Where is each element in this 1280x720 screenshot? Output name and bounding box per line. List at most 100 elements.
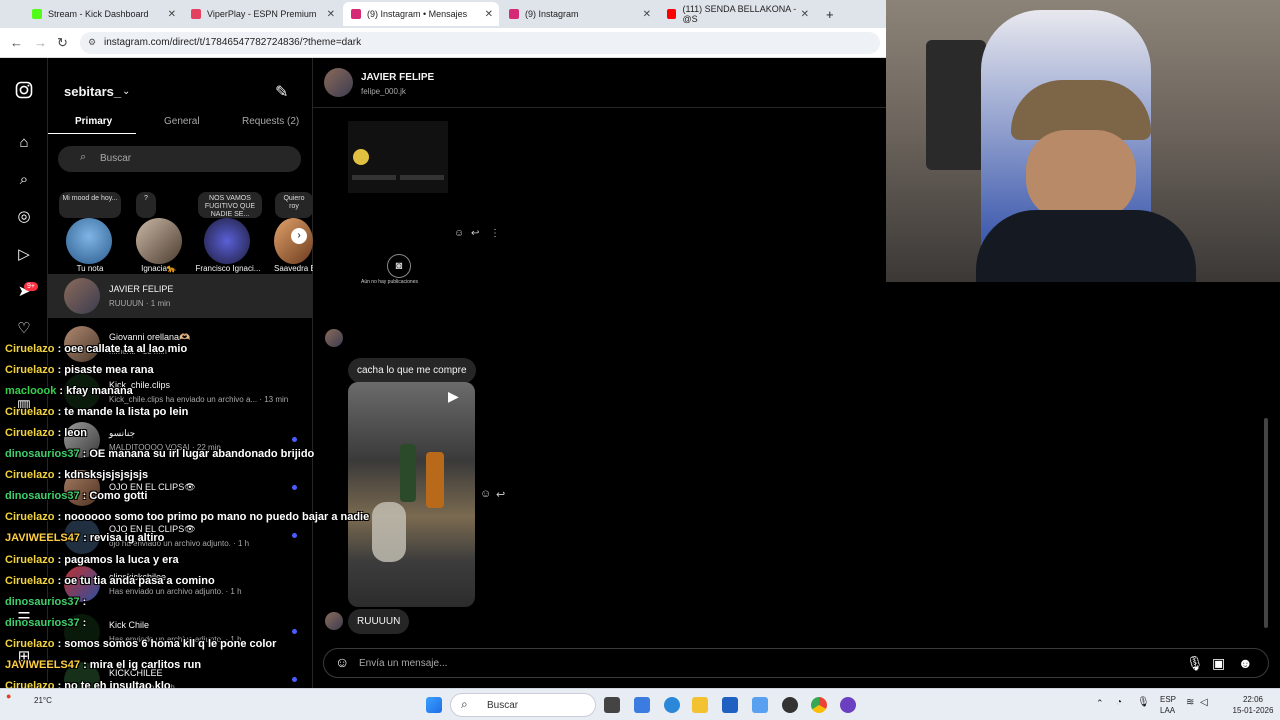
chevron-up-icon[interactable]: ⌃ <box>1096 698 1104 709</box>
note-bubble[interactable]: Mi mood de hoy... <box>59 192 121 218</box>
store-icon[interactable] <box>722 697 738 713</box>
keyboard-layout: LAA <box>1160 706 1176 715</box>
play-icon[interactable]: ▶ <box>448 388 459 405</box>
stream-chat-line: Ciruelazo : somos somos 6 homa kll q le … <box>5 638 276 650</box>
tab-kick-dashboard[interactable]: Stream - Kick Dashboard ✕ <box>24 2 182 26</box>
viperplay-icon <box>191 9 201 19</box>
tab-viperplay[interactable]: ViperPlay - ESPN Premium ✕ <box>183 2 341 26</box>
network-icon[interactable]: ◔ <box>1116 697 1122 708</box>
reply-icon[interactable]: ↩ <box>496 488 505 501</box>
language-indicator[interactable]: ESP <box>1160 695 1176 704</box>
emoji-react-icon[interactable]: ☺ <box>454 228 464 239</box>
image-icon[interactable]: ▣ <box>1212 655 1225 672</box>
close-icon[interactable]: ✕ <box>327 9 335 20</box>
chat-username: dinosaurios37 <box>5 596 80 608</box>
home-icon[interactable]: ⌂ <box>15 134 33 152</box>
shared-image-block <box>352 175 396 180</box>
message-input[interactable]: ☺ Envía un mensaje... 🎙 ▣ ☻ <box>323 648 1269 678</box>
chat-username: macloook <box>5 385 57 397</box>
file-explorer-icon[interactable] <box>692 697 708 713</box>
site-info-icon[interactable]: ⚙ <box>88 37 96 48</box>
chat-username: Ciruelazo <box>5 575 55 587</box>
chat-message: : <box>82 617 87 629</box>
chat-message: : pisaste mea rana <box>57 364 154 376</box>
shared-image-block <box>400 175 444 180</box>
close-icon[interactable]: ✕ <box>643 9 651 20</box>
chat-username: Ciruelazo <box>5 343 55 355</box>
instagram-icon <box>509 9 519 19</box>
new-tab-button[interactable]: + <box>818 2 838 26</box>
chevron-right-icon[interactable]: › <box>291 228 307 244</box>
stream-chat-line: Ciruelazo : leon <box>5 427 87 439</box>
tab-instagram[interactable]: (9) Instagram ✕ <box>501 2 657 26</box>
taskbar-search[interactable]: ⌕ Buscar <box>450 693 596 717</box>
chat-username: dinosaurios37 <box>5 490 80 502</box>
weather-icon[interactable]: ● <box>6 691 11 701</box>
close-icon[interactable]: ✕ <box>801 9 809 20</box>
chat-message: : kdnsksjsjsjsjsjs <box>57 469 149 481</box>
scrollbar[interactable] <box>1264 418 1268 628</box>
bottle <box>400 444 416 502</box>
microphone-icon[interactable]: 🎙 <box>1137 697 1150 708</box>
tab-primary[interactable]: Primary <box>75 116 112 127</box>
more-options-icon[interactable]: ⋮ <box>490 228 500 239</box>
message-bubble[interactable]: cacha lo que me compre <box>348 358 476 383</box>
chevron-down-icon[interactable]: ⌄ <box>122 86 130 97</box>
message-bubble[interactable]: RUUUUN <box>348 609 410 634</box>
back-icon[interactable]: ← <box>10 35 23 50</box>
story-avatar[interactable] <box>66 218 112 264</box>
unread-dot <box>292 677 297 682</box>
chrome-icon[interactable] <box>811 697 827 713</box>
emoji-react-icon[interactable]: ☺ <box>480 488 491 500</box>
close-icon[interactable]: ✕ <box>485 9 493 20</box>
conversation-row[interactable]: JAVIER FELIPE RUUUUN · 1 min <box>48 274 313 318</box>
heart-icon[interactable]: ♡ <box>15 320 33 338</box>
task-view-icon[interactable] <box>604 697 620 713</box>
tab-general[interactable]: General <box>164 116 200 127</box>
reply-icon[interactable]: ↩ <box>471 228 479 239</box>
search-icon: ⌕ <box>80 151 87 163</box>
avatar[interactable] <box>324 68 353 97</box>
tab-instagram-messages[interactable]: (9) Instagram • Mensajes ✕ <box>343 2 499 26</box>
edge-icon[interactable] <box>664 697 680 713</box>
url-field[interactable]: ⚙ instagram.com/direct/t/178465477827248… <box>80 32 880 54</box>
address-bar: ← → ↻ ⚙ instagram.com/direct/t/178465477… <box>0 28 886 58</box>
story-avatar[interactable] <box>136 218 182 264</box>
tab-youtube[interactable]: (111) SENDA BELLAKONA - @S ✕ <box>659 2 815 26</box>
widgets-icon[interactable] <box>634 697 650 713</box>
reels-icon[interactable]: ▷ <box>15 246 33 264</box>
clock-time[interactable]: 22:06 <box>1234 695 1272 704</box>
shared-image[interactable] <box>348 121 448 193</box>
instagram-logo-icon[interactable] <box>15 81 33 99</box>
search-icon: ⌕ <box>461 697 468 711</box>
story-avatar[interactable] <box>204 218 250 264</box>
stream-chat-line: JAVIWEELS47 : mira el ig carlitos run <box>5 659 201 671</box>
account-username[interactable]: sebitars_ <box>64 84 121 99</box>
explore-icon[interactable]: ◎ <box>15 208 33 226</box>
video-message[interactable]: ▶ <box>348 382 475 607</box>
start-icon[interactable] <box>426 697 442 713</box>
search-icon[interactable]: ⌕ <box>15 171 33 189</box>
chat-contact-name[interactable]: JAVIER FELIPE <box>361 72 434 83</box>
forward-icon[interactable]: → <box>34 35 47 50</box>
speaker <box>926 40 986 170</box>
app-icon[interactable] <box>782 697 798 713</box>
chat-message: : Como gotti <box>82 490 148 502</box>
microphone-icon[interactable]: 🎙 <box>1186 655 1204 672</box>
reload-icon[interactable]: ↻ <box>57 35 68 51</box>
note-bubble[interactable]: Quiero roy <box>275 192 313 218</box>
chat-username: JAVIWEELS47 <box>5 659 80 671</box>
sticker-icon[interactable]: ☻ <box>1238 655 1253 671</box>
note-bubble[interactable]: ? <box>136 192 156 218</box>
note-bubble[interactable]: NOS VAMOS FUGITIVO QUE NADIE SE... <box>198 192 262 218</box>
close-icon[interactable]: ✕ <box>168 9 176 20</box>
obs-icon[interactable] <box>840 697 856 713</box>
wifi-icon[interactable]: ≋ <box>1186 697 1194 708</box>
chat-message: : kfay manana <box>59 385 133 397</box>
emoji-icon[interactable]: ☺ <box>335 654 349 670</box>
mail-icon[interactable] <box>752 697 768 713</box>
volume-icon[interactable]: ◁ <box>1200 697 1208 708</box>
tab-requests[interactable]: Requests (2) <box>242 116 299 127</box>
search-input[interactable]: ⌕ Buscar <box>58 146 301 172</box>
compose-icon[interactable]: ✎ <box>275 82 288 102</box>
